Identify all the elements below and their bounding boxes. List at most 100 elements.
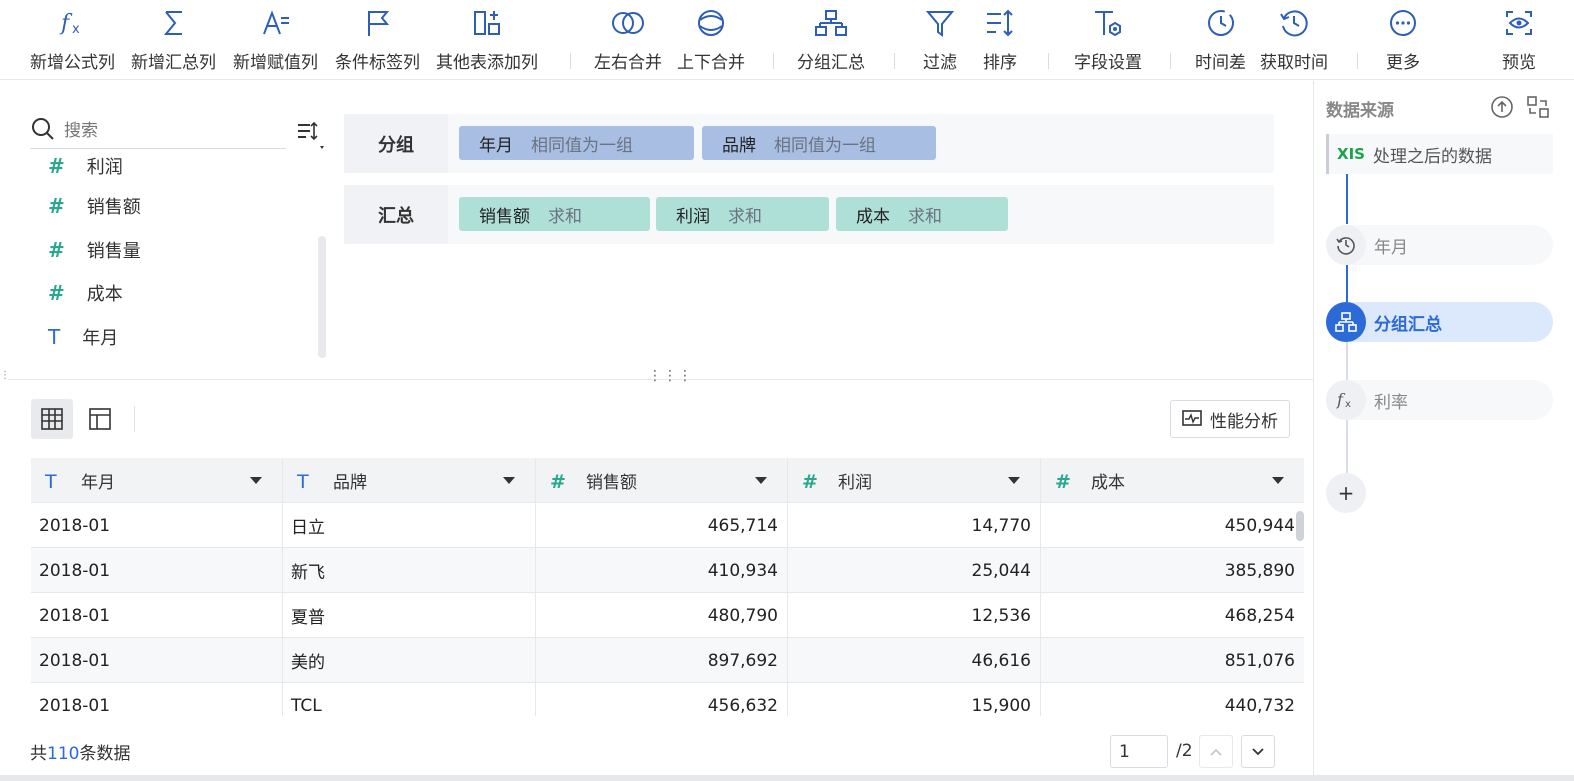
flow-step[interactable]: fx 利率 bbox=[1326, 380, 1553, 420]
column-header[interactable]: T 年月 bbox=[31, 458, 283, 503]
performance-analysis-button[interactable]: 性能分析 bbox=[1170, 400, 1290, 438]
layout-view-button[interactable] bbox=[79, 399, 121, 439]
sort-button[interactable]: 排序 bbox=[983, 4, 1017, 72]
table-cell: 夏普 bbox=[283, 593, 536, 638]
table-row: 2018-01 新飞 410,934 25,044 385,890 bbox=[31, 548, 1304, 593]
upload-icon[interactable] bbox=[1490, 95, 1514, 119]
chevron-down-icon[interactable] bbox=[1008, 477, 1020, 484]
number-type-icon: # bbox=[550, 470, 566, 493]
toolbar-label: 条件标签列 bbox=[335, 53, 420, 73]
assign-icon bbox=[259, 4, 293, 42]
field-item[interactable]: # 利润 bbox=[48, 153, 123, 179]
add-step-button[interactable]: + bbox=[1326, 473, 1366, 513]
add-assign-column-button[interactable]: 新增赋值列 bbox=[233, 4, 318, 72]
drag-handle-icon[interactable]: ⋮⋮⋮ bbox=[648, 368, 693, 384]
column-label: 成本 bbox=[1091, 473, 1125, 493]
table-cell: 465,714 bbox=[536, 503, 788, 548]
get-time-button[interactable]: 获取时间 bbox=[1260, 4, 1328, 72]
flow-step[interactable]: 年月 bbox=[1326, 225, 1553, 265]
add-formula-column-button[interactable]: fx 新增公式列 bbox=[30, 4, 115, 72]
number-type-icon: # bbox=[48, 281, 65, 305]
table-row: 2018-01 夏普 480,790 12,536 468,254 bbox=[31, 593, 1304, 638]
field-item[interactable]: # 销售额 bbox=[48, 193, 141, 219]
table-cell: 14,770 bbox=[788, 503, 1041, 548]
toolbar-divider bbox=[773, 53, 774, 69]
toolbar-label: 新增赋值列 bbox=[233, 53, 318, 73]
flow-sidebar bbox=[1313, 81, 1574, 781]
table-cell: 46,616 bbox=[788, 638, 1041, 683]
flow-step-active[interactable]: 分组汇总 bbox=[1326, 302, 1553, 342]
merge-vertical-button[interactable]: 上下合并 bbox=[677, 4, 745, 72]
toolbar-label: 获取时间 bbox=[1260, 53, 1328, 73]
field-list-scrollbar[interactable] bbox=[318, 236, 326, 358]
excel-icon: XIS bbox=[1337, 145, 1365, 163]
column-header[interactable]: # 利润 bbox=[788, 458, 1041, 503]
plus-icon: + bbox=[1337, 481, 1355, 505]
condition-tag-column-button[interactable]: 条件标签列 bbox=[335, 4, 420, 72]
number-type-icon: # bbox=[48, 154, 65, 178]
field-item[interactable]: T 年月 bbox=[48, 324, 118, 350]
chip-mode: 相同值为一组 bbox=[531, 135, 633, 156]
toolbar-label: 时间差 bbox=[1195, 53, 1246, 73]
chip-field: 品牌 bbox=[722, 135, 756, 156]
text-type-icon: T bbox=[297, 470, 309, 493]
add-summary-column-button[interactable]: 新增汇总列 bbox=[131, 4, 216, 72]
table-scrollbar[interactable] bbox=[1296, 511, 1304, 541]
summary-chip[interactable]: 销售额 求和 bbox=[459, 197, 650, 231]
table-cell: 2018-01 bbox=[31, 548, 283, 593]
grid-icon bbox=[41, 408, 63, 430]
group-chip[interactable]: 品牌 相同值为一组 bbox=[702, 126, 936, 160]
field-sort-button[interactable] bbox=[296, 120, 330, 150]
column-header[interactable]: # 成本 bbox=[1041, 458, 1304, 503]
toolbar-divider bbox=[570, 53, 571, 69]
formula-icon: fx bbox=[56, 4, 90, 42]
field-name: 销售额 bbox=[86, 197, 141, 218]
table-cell: 2018-01 bbox=[31, 638, 283, 683]
group-summary-button[interactable]: 分组汇总 bbox=[797, 4, 865, 72]
column-header[interactable]: T 品牌 bbox=[283, 458, 536, 503]
chevron-down-icon[interactable] bbox=[755, 477, 767, 484]
prev-page-button[interactable] bbox=[1199, 735, 1233, 768]
table-cell: 日立 bbox=[283, 503, 536, 548]
chevron-down-icon[interactable] bbox=[250, 477, 262, 484]
preview-button[interactable]: 预览 bbox=[1502, 4, 1536, 72]
more-icon bbox=[1386, 4, 1420, 42]
more-button[interactable]: 更多 bbox=[1386, 4, 1420, 72]
clock-icon bbox=[1326, 225, 1366, 265]
svg-text:f: f bbox=[59, 11, 73, 36]
summary-label: 汇总 bbox=[344, 185, 448, 244]
field-list: # 利润 # 销售额 # 销售量 # 成本 T 年月 bbox=[30, 152, 310, 362]
summary-chip[interactable]: 成本 求和 bbox=[836, 197, 1008, 231]
table-cell: 480,790 bbox=[536, 593, 788, 638]
next-page-button[interactable] bbox=[1241, 735, 1275, 768]
add-column-from-other-table-button[interactable]: 其他表添加列 bbox=[436, 4, 538, 72]
bottom-scrollbar[interactable] bbox=[0, 775, 1574, 781]
chevron-down-icon[interactable] bbox=[1272, 477, 1284, 484]
table-row: 2018-01 日立 465,714 14,770 450,944 bbox=[31, 503, 1304, 548]
flow-connector bbox=[1346, 342, 1348, 380]
time-diff-button[interactable]: 时间差 bbox=[1195, 4, 1246, 72]
summary-chip[interactable]: 利润 求和 bbox=[656, 197, 829, 231]
field-item[interactable]: # 成本 bbox=[48, 280, 123, 306]
field-settings-button[interactable]: 字段设置 bbox=[1074, 4, 1142, 72]
page-total: /2 bbox=[1176, 741, 1193, 761]
filter-button[interactable]: 过滤 bbox=[923, 4, 957, 72]
number-type-icon: # bbox=[48, 194, 65, 218]
merge-horizontal-button[interactable]: 左右合并 bbox=[594, 4, 662, 72]
table-cell: 897,692 bbox=[536, 638, 788, 683]
toolbar-label: 新增汇总列 bbox=[131, 53, 216, 73]
page-number-input[interactable] bbox=[1110, 735, 1168, 768]
chevron-down-icon[interactable] bbox=[503, 477, 515, 484]
column-header[interactable]: # 销售额 bbox=[536, 458, 788, 503]
toolbar-label: 更多 bbox=[1386, 53, 1420, 73]
grid-view-button[interactable] bbox=[31, 399, 73, 439]
column-label: 销售额 bbox=[586, 473, 637, 493]
table-cell: 15,900 bbox=[788, 683, 1041, 716]
field-item[interactable]: # 销售量 bbox=[48, 237, 141, 263]
data-table: T 年月 T 品牌 # 销售额 # 利润 # 成本 2018-01 日立 465… bbox=[31, 458, 1304, 716]
record-count-value: 110 bbox=[47, 744, 80, 764]
group-chip[interactable]: 年月 相同值为一组 bbox=[459, 126, 694, 160]
swap-icon[interactable] bbox=[1526, 95, 1550, 119]
source-node[interactable]: XIS 处理之后的数据 bbox=[1326, 134, 1553, 174]
search-input[interactable] bbox=[64, 120, 264, 141]
